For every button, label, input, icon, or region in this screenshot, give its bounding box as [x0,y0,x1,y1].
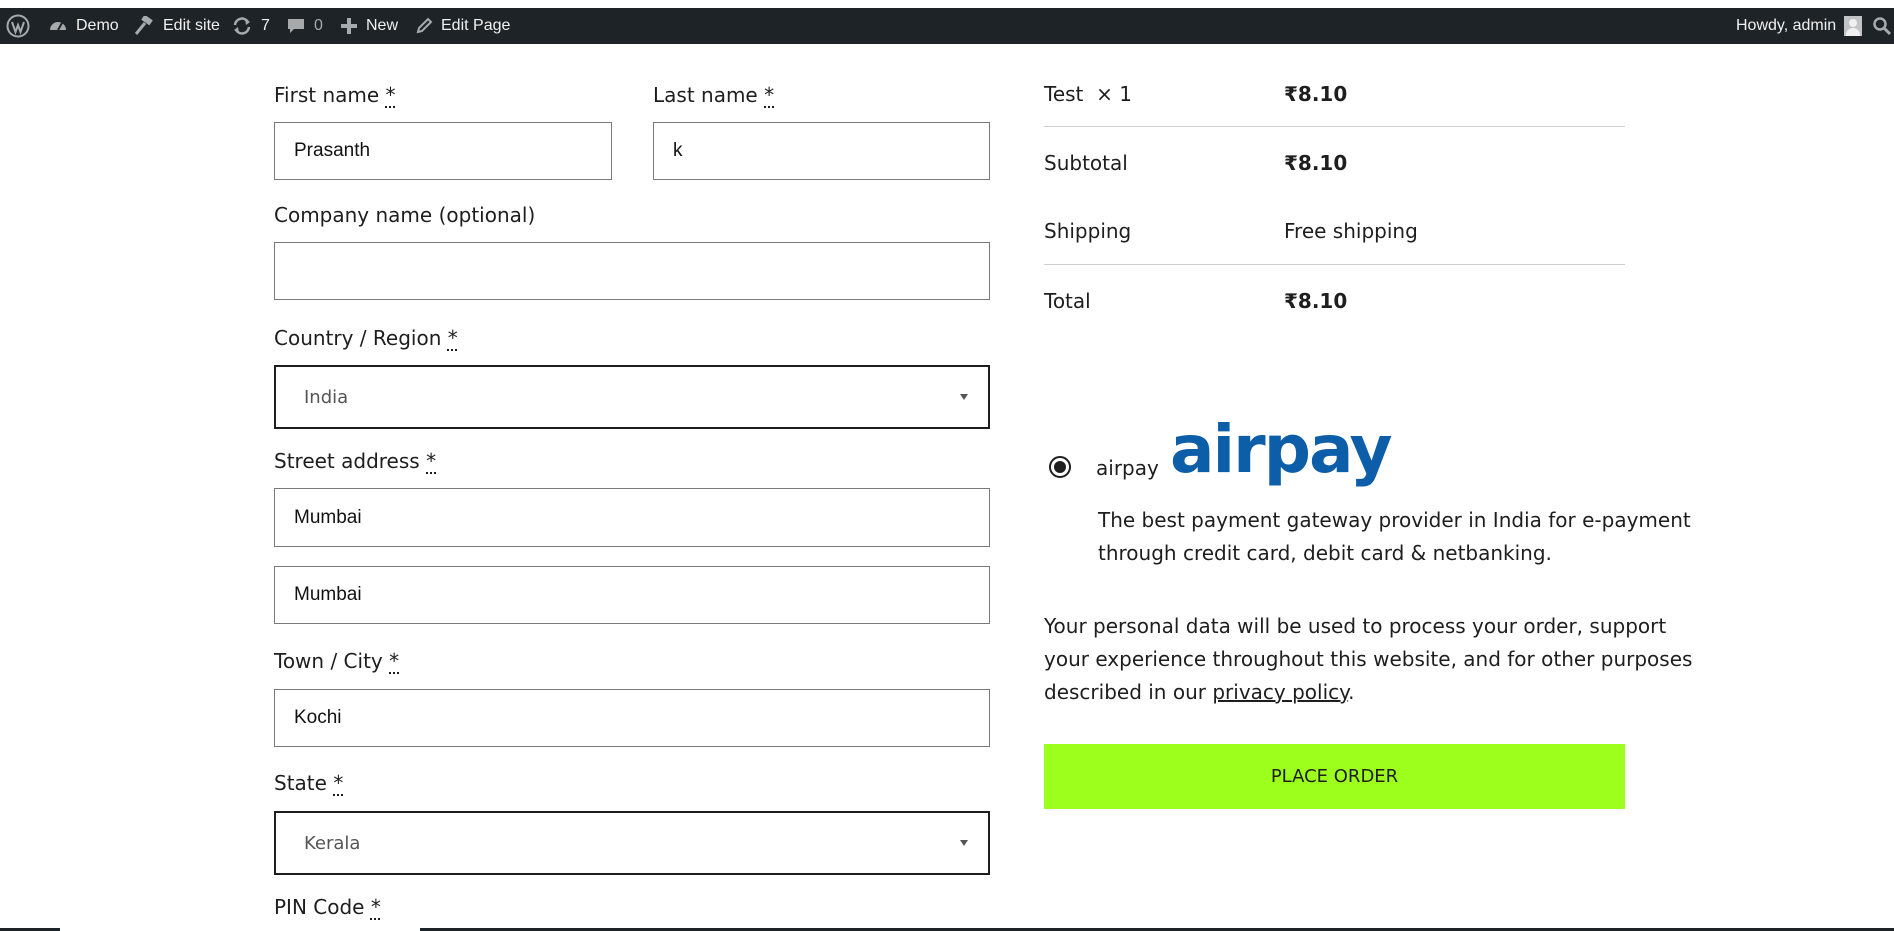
country-select[interactable]: India [274,365,990,429]
chevron-down-icon [960,840,968,846]
edit-site-label: Edit site [163,17,220,34]
privacy-policy-link[interactable]: privacy policy [1212,680,1348,704]
hammer-icon [134,16,153,35]
city-value: Kochi [294,707,342,728]
payment-description-line2: through credit card, debit card & netban… [1098,541,1552,565]
company-name-label-text: Company name (optional) [274,203,536,227]
edit-page-label: Edit Page [441,17,511,34]
new-label: New [366,17,399,34]
required-mark: * [389,649,400,673]
top-strip [0,0,1894,8]
street-address-line2-value: Mumbai [294,584,362,605]
street-address-line1-input[interactable]: Mumbai [274,488,990,547]
place-order-label: PLACE ORDER [1270,766,1399,787]
street-address-label: Street address * [274,449,436,473]
street-address-line1-value: Mumbai [294,506,362,528]
account-menu[interactable]: Howdy, admin [1736,8,1863,44]
first-name-input[interactable]: Prasanth [274,122,612,180]
required-mark: * [370,895,381,919]
first-name-label: First name * [274,83,396,107]
site-name: Demo [76,17,119,34]
state-label: State * [274,771,343,795]
country-selected-value: India [304,386,349,408]
street-address-label-text: Street address [274,449,420,473]
last-name-label-text: Last name [653,83,758,107]
required-mark: * [385,83,396,107]
admin-bar: Demo Edit site 7 0 New Edit Page Howdy, … [0,8,1894,44]
howdy-text: Howdy, admin [1736,17,1837,34]
comment-icon [288,19,304,33]
total-value: ₹8.10 [1284,289,1348,313]
site-name-menu[interactable]: Demo [48,8,119,44]
city-label-text: Town / City [274,649,383,673]
last-name-input[interactable]: k [653,122,990,180]
plus-icon [341,18,357,34]
chevron-down-icon [960,394,968,400]
company-name-label: Company name (optional) [274,203,535,227]
privacy-line3-prefix: described in our [1044,680,1213,704]
pin-code-label: PIN Code * [274,895,381,919]
divider [1044,126,1625,127]
dashboard-icon [50,22,66,31]
company-name-input[interactable] [274,242,990,300]
new-content-menu[interactable]: New [340,8,398,44]
privacy-notice: Your personal data will be used to proce… [1044,610,1692,709]
edit-page-link[interactable]: Edit Page [415,8,510,44]
first-name-label-text: First name [274,83,380,107]
subtotal-label: Subtotal [1044,151,1128,175]
required-mark: * [764,83,775,107]
pin-code-label-text: PIN Code [274,895,365,919]
pencil-icon [416,17,433,34]
place-order-button[interactable]: PLACE ORDER [1044,744,1625,809]
item-price: ₹8.10 [1284,82,1348,106]
state-label-text: State [274,771,327,795]
wordpress-logo-button[interactable] [6,8,30,44]
required-mark: * [447,326,458,350]
city-label: Town / City * [274,649,399,673]
updates-icon [233,17,251,35]
city-input[interactable]: Kochi [274,689,990,747]
search-icon [1873,17,1892,36]
airpay-logo: airpay [1170,411,1392,488]
shipping-label: Shipping [1044,219,1132,243]
comments-count: 0 [314,17,323,34]
payment-description-line1: The best payment gateway provider in Ind… [1098,508,1691,532]
country-label: Country / Region * [274,326,458,350]
order-item-name: Test × 1 [1044,82,1132,106]
last-name-label: Last name * [653,83,774,107]
item-name: Test [1044,82,1084,106]
first-name-value: Prasanth [294,140,371,161]
payment-description: The best payment gateway provider in Ind… [1098,504,1691,570]
street-address-line2-input[interactable]: Mumbai [274,566,990,624]
total-label: Total [1044,289,1091,313]
state-selected-value: Kerala [304,832,361,854]
required-mark: * [333,771,344,795]
country-label-text: Country / Region [274,326,442,350]
avatar [1844,16,1863,36]
updates-count: 7 [261,17,270,34]
item-quantity: × 1 [1096,82,1132,106]
edit-site-link[interactable]: Edit site [133,8,220,44]
state-select[interactable]: Kerala [274,811,990,875]
updates-link[interactable]: 7 [231,8,270,44]
subtotal-value: ₹8.10 [1284,151,1348,175]
privacy-line2: your experience throughout this website,… [1044,647,1693,671]
required-mark: * [426,449,437,473]
comments-link[interactable]: 0 [286,8,323,44]
divider [1044,264,1625,265]
airpay-radio[interactable] [1049,456,1071,478]
privacy-line1: Your personal data will be used to proce… [1044,614,1667,638]
search-toggle[interactable] [1872,8,1892,44]
last-name-value: k [673,140,683,161]
wordpress-icon [6,14,30,38]
privacy-line3-suffix: . [1348,680,1355,704]
shipping-value: Free shipping [1284,219,1418,243]
privacy-line3: described in our privacy policy. [1044,676,1692,709]
payment-method-label[interactable]: airpay [1096,456,1159,480]
